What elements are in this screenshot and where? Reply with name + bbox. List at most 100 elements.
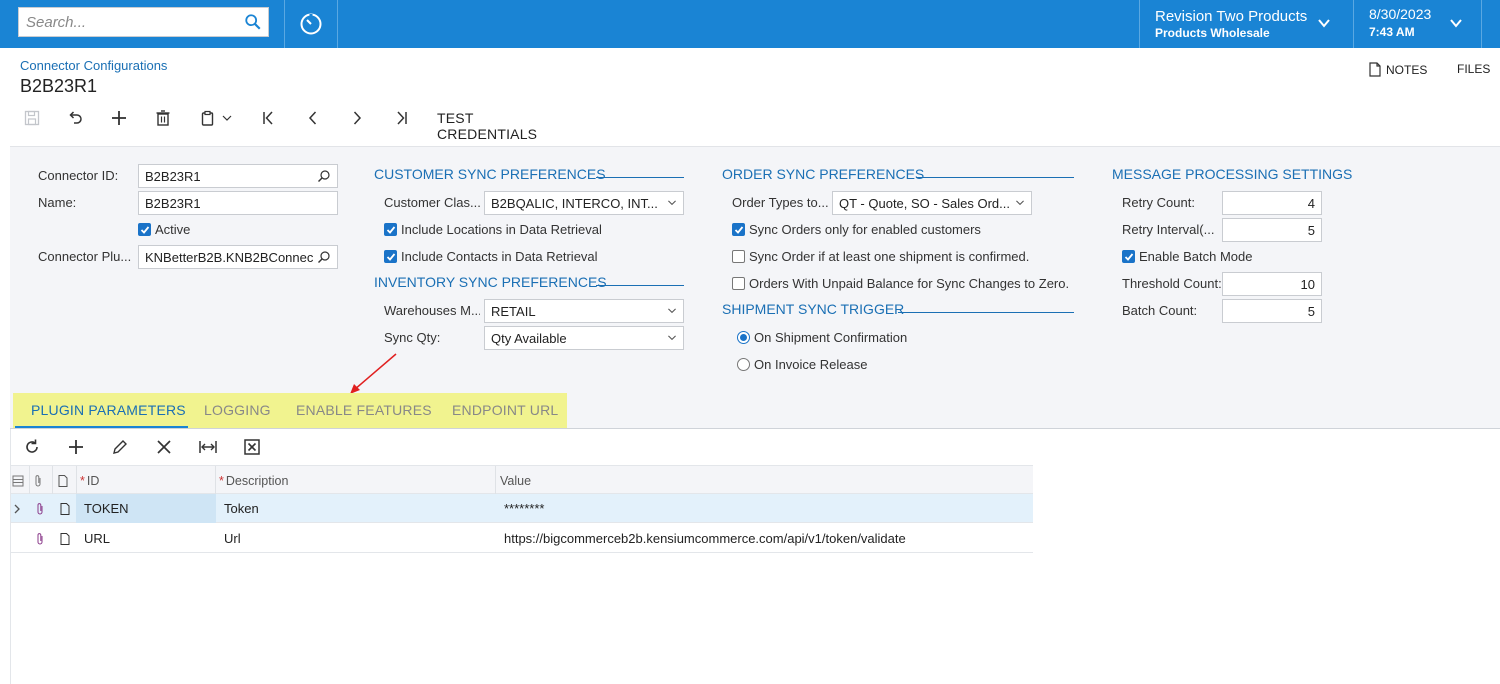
cancel-button[interactable] (65, 106, 85, 130)
shipment-sync-heading: SHIPMENT SYNC TRIGGER (722, 301, 905, 317)
retry-count-field[interactable]: 4 (1222, 191, 1322, 215)
column-separator (495, 466, 496, 495)
order-types-label: Order Types to... (732, 195, 828, 210)
sync-qty-label: Sync Qty: (384, 330, 441, 345)
row-selector-header[interactable] (12, 466, 26, 495)
list-icon (12, 475, 24, 486)
topbar-divider (1139, 0, 1140, 48)
global-search[interactable] (18, 7, 269, 37)
paperclip-icon[interactable] (34, 494, 48, 523)
include-contacts-checkbox[interactable]: Include Contacts in Data Retrieval (384, 249, 598, 264)
history-icon[interactable] (298, 11, 324, 37)
connector-id-field[interactable]: B2B23R1 (138, 164, 338, 188)
test-credentials-button[interactable]: TEST CREDENTIALS (437, 110, 537, 142)
chevron-down-icon (668, 308, 676, 314)
copy-paste-button[interactable] (196, 106, 236, 130)
chevron-down-icon (222, 115, 232, 121)
table-row[interactable]: URL Url https://bigcommerceb2b.kensiumco… (10, 524, 1033, 553)
value-cell[interactable]: ******** (504, 494, 1024, 523)
retry-interval-value: 5 (1307, 222, 1315, 238)
branch-name: Products Wholesale (1155, 26, 1270, 40)
attachments-header (32, 466, 46, 495)
first-record-button[interactable] (259, 106, 279, 130)
description-cell[interactable]: Token (224, 494, 494, 523)
business-time: 7:43 AM (1369, 25, 1415, 39)
active-checkbox[interactable]: Active (138, 222, 190, 237)
sync-enabled-customers-checkbox[interactable]: Sync Orders only for enabled customers (732, 222, 981, 237)
delete-button[interactable] (153, 106, 173, 130)
description-column-header[interactable]: * Description (219, 466, 489, 495)
notes-button[interactable]: NOTES (1368, 62, 1427, 77)
retry-count-label: Retry Count: (1122, 195, 1195, 210)
next-record-button[interactable] (347, 106, 367, 130)
connector-id-label: Connector ID: (38, 168, 118, 183)
table-row[interactable]: TOKEN Token ******** (10, 494, 1033, 523)
edit-icon[interactable] (110, 437, 130, 457)
sync-qty-value: Qty Available (491, 330, 567, 346)
enable-batch-mode-checkbox[interactable]: Enable Batch Mode (1122, 249, 1252, 264)
chevron-down-icon[interactable] (1448, 15, 1464, 31)
radio-selected-icon (737, 331, 750, 344)
trash-icon (156, 110, 170, 126)
search-input[interactable] (19, 8, 229, 36)
plus-icon[interactable] (66, 437, 86, 457)
description-cell[interactable]: Url (224, 524, 494, 553)
name-label: Name: (38, 195, 77, 210)
retry-interval-label: Retry Interval(... (1122, 222, 1215, 237)
include-locations-checkbox[interactable]: Include Locations in Data Retrieval (384, 222, 602, 237)
tab-endpoint-url[interactable]: ENDPOINT URL (452, 402, 558, 418)
unpaid-balance-checkbox[interactable]: Orders With Unpaid Balance for Sync Chan… (732, 276, 1069, 291)
paperclip-icon[interactable] (34, 524, 48, 553)
row-indicator-icon (13, 494, 25, 523)
fit-columns-icon[interactable] (198, 437, 218, 457)
warehouses-select[interactable]: RETAIL (484, 299, 684, 323)
on-invoice-release-radio[interactable]: On Invoice Release (737, 357, 867, 372)
files-label: FILES (1457, 62, 1491, 76)
name-value: B2B23R1 (145, 195, 201, 211)
retry-interval-field[interactable]: 5 (1222, 218, 1322, 242)
sync-enabled-customers-label: Sync Orders only for enabled customers (749, 222, 981, 237)
connector-plugin-label: Connector Plu... (38, 249, 134, 264)
tab-logging[interactable]: LOGGING (204, 402, 271, 418)
batch-count-field[interactable]: 5 (1222, 299, 1322, 323)
value-column-header[interactable]: Value (500, 466, 1000, 495)
name-field[interactable]: B2B23R1 (138, 191, 338, 215)
search-icon[interactable] (317, 250, 331, 264)
section-divider (898, 312, 1074, 313)
search-icon[interactable] (244, 13, 262, 31)
id-column-header[interactable]: * ID (80, 466, 210, 495)
chevron-down-icon (668, 200, 676, 206)
note-icon[interactable] (59, 494, 73, 523)
id-cell[interactable]: TOKEN (76, 494, 216, 523)
chevron-down-icon[interactable] (1316, 15, 1332, 31)
company-selector[interactable]: Revision Two Products Products Wholesale (1155, 8, 1307, 40)
tab-enable-features[interactable]: ENABLE FEATURES (296, 402, 432, 418)
threshold-count-field[interactable]: 10 (1222, 272, 1322, 296)
refresh-icon[interactable] (22, 437, 42, 457)
previous-record-button[interactable] (303, 106, 323, 130)
tab-plugin-parameters[interactable]: PLUGIN PARAMETERS (31, 402, 186, 418)
last-record-button[interactable] (391, 106, 411, 130)
files-button[interactable]: FILES (1457, 62, 1490, 76)
id-cell[interactable]: URL (84, 524, 214, 553)
connector-plugin-field[interactable]: KNBetterB2B.KNB2BConnect (138, 245, 338, 269)
unpaid-balance-label: Orders With Unpaid Balance for Sync Chan… (749, 276, 1070, 291)
note-icon[interactable] (59, 524, 73, 553)
breadcrumb[interactable]: Connector Configurations (20, 58, 167, 73)
value-cell[interactable]: https://bigcommerceb2b.kensiumcommerce.c… (504, 524, 1024, 553)
inventory-sync-heading: INVENTORY SYNC PREFERENCES (374, 274, 607, 290)
order-types-select[interactable]: QT - Quote, SO - Sales Ord... (832, 191, 1032, 215)
tab-bar: PLUGIN PARAMETERS LOGGING ENABLE FEATURE… (13, 393, 567, 429)
search-icon[interactable] (317, 169, 331, 183)
on-shipment-confirmation-radio[interactable]: On Shipment Confirmation (737, 330, 907, 345)
close-icon[interactable] (154, 437, 174, 457)
note-icon (58, 474, 68, 487)
annotation-arrow-icon (350, 353, 397, 394)
customer-class-select[interactable]: B2BQALIC, INTERCO, INT... (484, 191, 684, 215)
add-button[interactable] (109, 106, 129, 130)
sync-shipment-confirmed-checkbox[interactable]: Sync Order if at least one shipment is c… (732, 249, 1029, 264)
export-excel-icon[interactable] (242, 437, 262, 457)
sync-qty-select[interactable]: Qty Available (484, 326, 684, 350)
date-selector[interactable]: 8/30/2023 7:43 AM (1369, 6, 1431, 39)
save-button[interactable] (22, 106, 42, 130)
